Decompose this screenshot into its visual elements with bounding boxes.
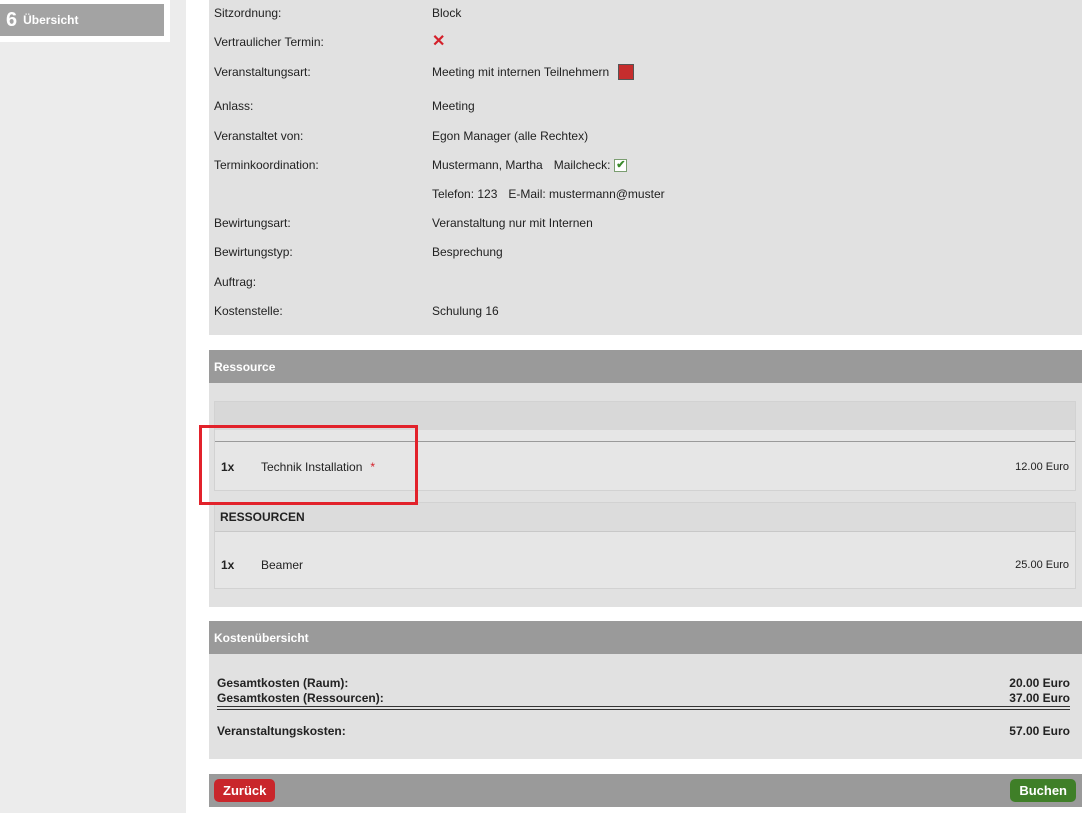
value-veranstaltet: Egon Manager (alle Rechtex) <box>432 129 589 143</box>
cost-ressourcen: Gesamtkosten (Ressourcen): 37.00 Euro <box>217 691 1070 705</box>
row-kostenstelle: Kostenstelle: Schulung 16 <box>214 302 1074 320</box>
sidebar: 6 Übersicht <box>0 0 186 813</box>
ressource-group-2: RESSOURCEN 1x Beamer 25.00 Euro <box>214 502 1076 589</box>
value-bewirtungstyp: Besprechung <box>432 245 503 259</box>
cost-raum-label: Gesamtkosten (Raum): <box>217 676 349 690</box>
footer-bar: Zurück Buchen <box>209 774 1082 807</box>
label-terminkoordination: Terminkoordination: <box>214 158 319 172</box>
step-number: 6 <box>6 8 18 31</box>
resource-name-beamer: Beamer <box>261 558 304 572</box>
resource-qty-beamer: 1x <box>221 558 235 572</box>
cross-icon: ✕ <box>432 33 446 50</box>
value-veranstaltungsart: Meeting mit internen Teilnehmern <box>432 65 610 79</box>
row-anlass: Anlass: Meeting <box>214 97 1074 115</box>
book-button[interactable]: Buchen <box>1010 779 1076 802</box>
cost-total-label: Veranstaltungskosten: <box>217 724 346 738</box>
highlight-box <box>199 425 418 505</box>
label-anlass: Anlass: <box>214 99 254 113</box>
cost-total: Veranstaltungskosten: 57.00 Euro <box>217 724 1070 738</box>
phone-value: Telefon: 123 <box>432 187 498 201</box>
color-swatch <box>618 64 635 80</box>
resource-row-beamer: 1x Beamer 25.00 Euro <box>215 541 1075 589</box>
kosten-panel: Kostenübersicht Gesamtkosten (Raum): 20.… <box>209 621 1082 759</box>
row-bewirtungstyp: Bewirtungstyp: Besprechung <box>214 243 1074 261</box>
label-sitzordnung: Sitzordnung: <box>214 6 282 20</box>
row-sitzordnung: Sitzordnung: Block <box>214 4 1074 22</box>
mailcheck-checkbox[interactable]: ✔ <box>614 158 628 172</box>
email-value: E-Mail: mustermann@muster <box>508 187 665 201</box>
back-button[interactable]: Zurück <box>214 779 276 802</box>
ressourcen-title: RESSOURCEN <box>215 503 1075 532</box>
label-veranstaltet: Veranstaltet von: <box>214 129 304 143</box>
label-kostenstelle: Kostenstelle: <box>214 304 283 318</box>
row-veranstaltet: Veranstaltet von: Egon Manager (alle Rec… <box>214 127 1074 145</box>
cost-res-value: 37.00 Euro <box>1009 691 1070 705</box>
value-kostenstelle: Schulung 16 <box>432 304 499 318</box>
label-auftrag: Auftrag: <box>214 275 257 289</box>
label-vertraulich: Vertraulicher Termin: <box>214 35 324 49</box>
row-terminkoordination: Terminkoordination: Mustermann, Martha M… <box>214 156 1074 174</box>
step-6-box[interactable]: 6 Übersicht <box>0 4 164 36</box>
value-sitzordnung: Block <box>432 6 462 20</box>
cost-total-value: 57.00 Euro <box>1009 724 1070 738</box>
value-anlass: Meeting <box>432 99 475 113</box>
row-vertraulich: Vertraulicher Termin: ✕ <box>214 33 1074 51</box>
details-panel: Sitzordnung: Block Vertraulicher Termin:… <box>209 0 1082 335</box>
cost-res-label: Gesamtkosten (Ressourcen): <box>217 691 384 705</box>
resource-price-beamer: 25.00 Euro <box>1015 559 1069 571</box>
value-koordinator: Mustermann, Martha <box>432 158 543 172</box>
value-bewirtungsart: Veranstaltung nur mit Internen <box>432 216 593 230</box>
kosten-header: Kostenübersicht <box>209 621 1082 654</box>
row-kontakt: Telefon: 123 E-Mail: mustermann@muster <box>214 185 1074 203</box>
resource-price: 12.00 Euro <box>1015 461 1069 473</box>
row-auftrag: Auftrag: <box>214 273 1074 291</box>
cost-raum: Gesamtkosten (Raum): 20.00 Euro <box>217 676 1070 690</box>
label-bewirtungsart: Bewirtungsart: <box>214 216 291 230</box>
row-veranstaltungsart: Veranstaltungsart: Meeting mit internen … <box>214 63 1074 81</box>
label-veranstaltungsart: Veranstaltungsart: <box>214 65 311 79</box>
row-bewirtungsart: Bewirtungsart: Veranstaltung nur mit Int… <box>214 214 1074 232</box>
ressource-header: Ressource <box>209 350 1082 383</box>
sum-divider <box>217 706 1070 710</box>
cost-raum-value: 20.00 Euro <box>1009 676 1070 690</box>
mailcheck-label: Mailcheck: <box>553 158 611 172</box>
step-6[interactable]: 6 Übersicht <box>0 0 170 42</box>
check-icon: ✔ <box>616 158 626 171</box>
label-bewirtungstyp: Bewirtungstyp: <box>214 245 293 259</box>
step-label: Übersicht <box>23 13 79 27</box>
